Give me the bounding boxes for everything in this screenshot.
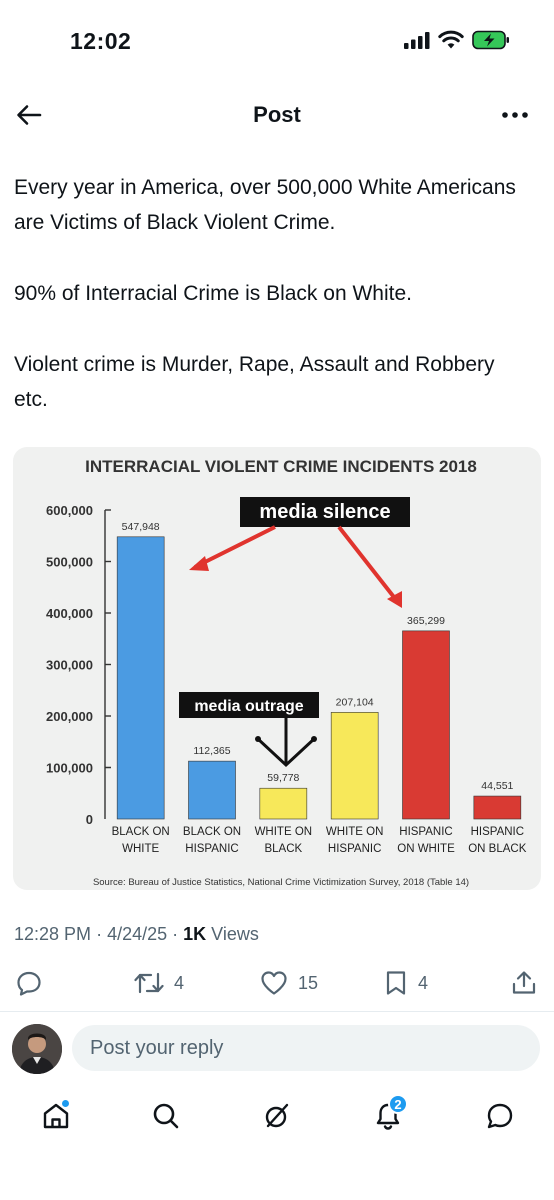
divider <box>0 1011 554 1012</box>
bar-value-label: 365,299 <box>407 615 445 627</box>
bar-value-label: 207,104 <box>336 696 374 708</box>
annotation-media-silence: media silence <box>259 501 390 523</box>
post-date: 4/24/25 <box>107 924 168 944</box>
post-time: 12:28 PM <box>14 924 92 944</box>
y-tick-label: 0 <box>86 812 93 827</box>
chart-bar <box>188 760 236 820</box>
heart-icon <box>261 971 287 995</box>
notifications-badge: 2 <box>388 1094 408 1114</box>
more-horizontal-icon <box>502 112 528 118</box>
chart-bar <box>116 536 165 820</box>
cellular-signal-icon <box>404 32 430 49</box>
more-options-button[interactable] <box>498 100 532 130</box>
x-category-label: WHITE ON <box>255 826 313 838</box>
chart-bar <box>402 630 450 820</box>
repost-count: 4 <box>174 972 185 993</box>
chart-bar <box>330 712 379 820</box>
x-category-label: WHITE ON <box>326 826 384 838</box>
x-category-label: WHITE <box>122 843 159 855</box>
avatar[interactable] <box>12 1024 62 1074</box>
annotation-dot <box>255 736 261 742</box>
home-indicator <box>0 1170 554 1200</box>
bottom-tab-bar: 2 <box>0 1090 554 1150</box>
like-button[interactable]: 15 <box>260 965 318 1001</box>
bookmark-count: 4 <box>418 972 429 993</box>
annotation-media-outrage: media outrage <box>194 698 303 715</box>
x-category-label: BLACK <box>264 843 302 855</box>
y-tick-label: 100,000 <box>46 761 93 776</box>
repost-button[interactable]: 4 <box>134 965 184 1001</box>
annotation-arrow <box>194 525 276 569</box>
chat-bubble-icon <box>487 1103 513 1129</box>
tab-search[interactable] <box>140 1090 192 1142</box>
y-tick-label: 600,000 <box>46 503 93 518</box>
tab-notifications[interactable]: 2 <box>362 1090 414 1142</box>
battery-charging-icon <box>472 30 509 50</box>
x-category-label: BLACK ON <box>183 826 241 838</box>
chart-title: INTERRACIAL VIOLENT CRIME INCIDENTS 2018 <box>85 457 477 476</box>
bookmark-button[interactable]: 4 <box>384 965 428 1001</box>
status-time: 12:02 <box>70 28 132 54</box>
bar-value-label: 44,551 <box>481 780 513 792</box>
post-paragraph: 90% of Interracial Crime is Black on Whi… <box>14 282 412 305</box>
annotation-arrowhead <box>189 556 209 571</box>
y-tick-label: 300,000 <box>46 658 93 673</box>
y-tick-label: 200,000 <box>46 709 93 724</box>
tab-home[interactable] <box>30 1090 82 1142</box>
reply-button[interactable] <box>16 965 42 1001</box>
x-category-label: HISPANIC <box>399 826 452 838</box>
bar-value-label: 547,948 <box>122 521 160 533</box>
x-category-label: HISPANIC <box>328 843 381 855</box>
reply-icon <box>17 971 41 996</box>
reply-placeholder: Post your reply <box>90 1036 224 1059</box>
annotation-arrow <box>337 525 399 603</box>
post-header: Post <box>0 88 554 142</box>
bar-value-label: 112,365 <box>193 745 230 757</box>
grok-icon <box>265 1103 289 1128</box>
post-paragraph: Violent crime is Murder, Rape, Assault a… <box>14 353 495 411</box>
y-tick-label: 400,000 <box>46 606 93 621</box>
x-category-label: HISPANIC <box>185 843 238 855</box>
x-category-label: HISPANIC <box>471 826 524 838</box>
like-count: 15 <box>298 972 319 993</box>
search-icon <box>153 1103 179 1129</box>
page-title: Post <box>253 102 301 127</box>
tab-grok[interactable] <box>251 1090 303 1142</box>
x-category-label: BLACK ON <box>112 826 170 838</box>
x-category-label: ON BLACK <box>468 843 526 855</box>
annotation-dot <box>311 736 317 742</box>
post-text: Every year in America, over 500,000 Whit… <box>14 170 534 453</box>
views-label: Views <box>211 924 259 944</box>
new-content-dot <box>62 1100 69 1107</box>
bar-chart: INTERRACIAL VIOLENT CRIME INCIDENTS 2018… <box>46 457 527 888</box>
wifi-icon <box>438 30 464 49</box>
chart-source: Source: Bureau of Justice Statistics, Na… <box>93 877 469 888</box>
reply-input[interactable]: Post your reply <box>72 1025 540 1071</box>
post-actions: 4 15 4 <box>0 965 554 1005</box>
status-bar: 12:02 <box>0 0 554 80</box>
chart-bar <box>259 787 308 820</box>
status-icons <box>404 30 510 50</box>
chart-bar <box>473 795 522 820</box>
share-icon <box>512 971 536 994</box>
bar-value-label: 59,778 <box>267 772 299 784</box>
bookmark-icon <box>386 971 406 995</box>
share-button[interactable] <box>511 965 537 1001</box>
views-count: 1K <box>183 924 207 944</box>
post-image-chart[interactable]: INTERRACIAL VIOLENT CRIME INCIDENTS 2018… <box>13 447 541 890</box>
x-category-label: ON WHITE <box>397 843 455 855</box>
user-avatar-icon <box>12 1024 62 1074</box>
repost-icon <box>134 972 164 994</box>
tab-messages[interactable] <box>474 1090 526 1142</box>
post-meta: 12:28 PM · 4/24/25 · 1K Views <box>14 924 259 944</box>
y-tick-label: 500,000 <box>46 555 93 570</box>
post-paragraph: Every year in America, over 500,000 Whit… <box>14 176 516 234</box>
